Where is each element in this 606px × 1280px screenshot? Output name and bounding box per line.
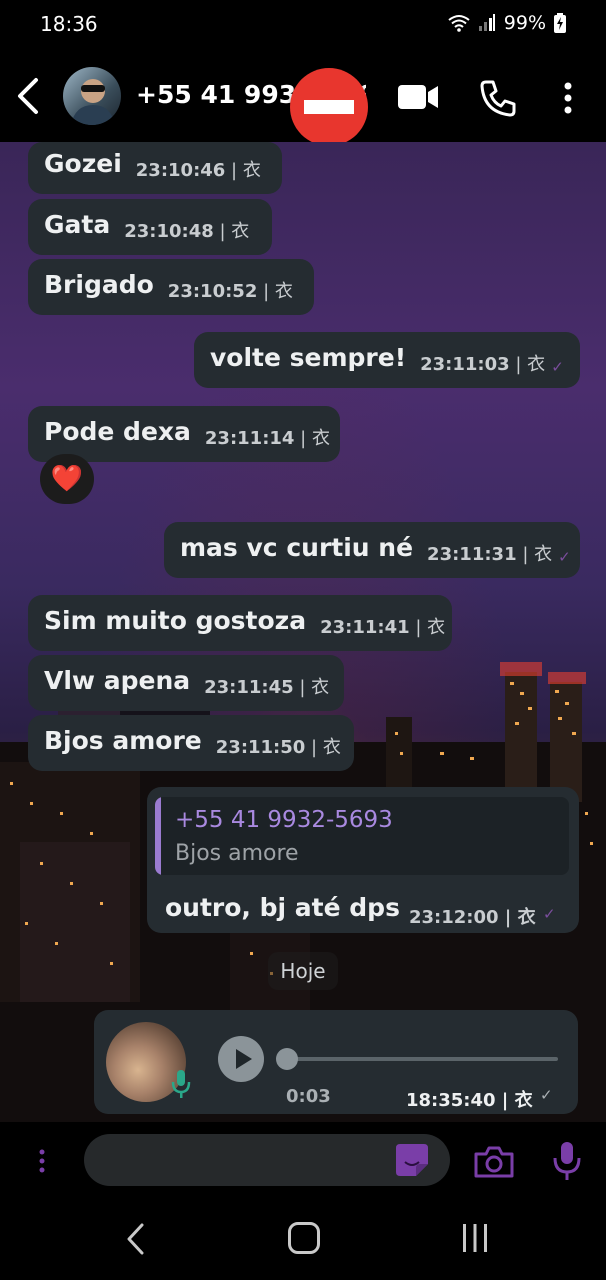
message-bubble[interactable]: Brigado 23:10:52 | 衣 [28, 259, 314, 315]
blocked-badge [290, 68, 368, 146]
message-text: Gata [44, 210, 111, 239]
message-text: volte sempre! [210, 343, 407, 372]
video-call-icon[interactable] [396, 82, 440, 112]
message-bubble[interactable]: Vlw apena 23:11:45 | 衣 [28, 655, 344, 711]
voice-record-icon[interactable] [552, 1140, 582, 1182]
message-time: 18:35:40 | 衣 [406, 1090, 533, 1111]
status-bar: 18:36 99% [0, 0, 606, 50]
message-time: 23:11:50 | 衣 [215, 737, 341, 758]
message-time: 23:10:52 | 衣 [167, 281, 293, 302]
message-text: Gozei [44, 149, 122, 178]
sent-check-icon: ✓ [543, 905, 556, 923]
message-bubble[interactable]: Gozei 23:10:46 | 衣 [28, 142, 282, 194]
audio-progress-track[interactable] [286, 1057, 558, 1061]
more-options-icon[interactable] [556, 80, 580, 116]
more-actions-icon[interactable] [36, 1146, 48, 1176]
sent-check-icon: ✓ [540, 1086, 553, 1104]
battery-percent: 99% [503, 12, 546, 34]
message-time: 23:12:00 | 衣 [409, 907, 536, 928]
quoted-text: Bjos amore [175, 841, 299, 866]
quote-accent-bar [155, 797, 161, 875]
heart-icon: ❤️ [50, 464, 84, 494]
message-time: 23:11:45 | 衣 [204, 677, 330, 698]
sticker-icon[interactable] [392, 1140, 432, 1180]
signal-icon [478, 14, 495, 31]
message-bubble[interactable]: Pode dexa 23:11:14 | 衣 [28, 406, 340, 462]
message-time: 23:10:46 | 衣 [135, 160, 261, 181]
message-text: outro, bj até dps [165, 893, 400, 922]
quoted-author: +55 41 9932-5693 [175, 807, 393, 833]
message-text: Sim muito gostoza [44, 606, 307, 635]
message-time: 23:11:03 | 衣 [420, 354, 546, 375]
date-divider: Hoje [268, 952, 338, 990]
message-text: mas vc curtiu né [180, 533, 414, 562]
camera-icon[interactable] [472, 1144, 516, 1180]
message-bubble[interactable]: Bjos amore 23:11:50 | 衣 [28, 715, 354, 771]
message-time: 23:11:14 | 衣 [204, 428, 330, 449]
sent-check-icon: ✓ [558, 548, 571, 566]
heart-reaction[interactable]: ❤️ [40, 454, 94, 504]
nav-back-icon[interactable] [124, 1222, 148, 1256]
quoted-message[interactable]: +55 41 9932-5693 Bjos amore [155, 797, 569, 875]
message-text: Bjos amore [44, 726, 202, 755]
message-input-bar [0, 1122, 606, 1198]
message-bubble[interactable]: volte sempre! 23:11:03 | 衣 ✓ [194, 332, 580, 388]
back-arrow-icon[interactable] [12, 76, 48, 116]
nav-recents-icon[interactable] [458, 1222, 492, 1254]
contact-avatar[interactable] [63, 67, 121, 125]
chat-header: +55 41 9932-5693 [0, 50, 606, 146]
status-time: 18:36 [40, 12, 98, 36]
message-time: 23:10:48 | 衣 [124, 221, 250, 242]
reply-message-bubble[interactable]: +55 41 9932-5693 Bjos amore outro, bj at… [147, 787, 579, 933]
system-nav-bar [0, 1198, 606, 1280]
message-time: 23:11:41 | 衣 [320, 617, 446, 638]
voice-message-bubble[interactable]: 0:03 18:35:40 | 衣 ✓ [94, 1010, 578, 1114]
phone-call-icon[interactable] [478, 78, 518, 118]
chat-area[interactable]: Gozei 23:10:46 | 衣 Gata 23:10:48 | 衣 Bri… [0, 142, 606, 1122]
battery-charging-icon [554, 13, 566, 33]
message-bubble[interactable]: mas vc curtiu né 23:11:31 | 衣 ✓ [164, 522, 580, 578]
message-bubble[interactable]: Gata 23:10:48 | 衣 [28, 199, 272, 255]
status-icons: 99% [448, 12, 566, 34]
nav-home-icon[interactable] [288, 1222, 320, 1254]
message-text: Brigado [44, 270, 154, 299]
message-text: Vlw apena [44, 666, 191, 695]
sent-check-icon: ✓ [551, 358, 564, 376]
audio-progress-handle[interactable] [276, 1048, 298, 1070]
message-bubble[interactable]: Sim muito gostoza 23:11:41 | 衣 [28, 595, 452, 651]
message-time: 23:11:31 | 衣 [427, 544, 553, 565]
microphone-icon [171, 1070, 191, 1098]
audio-duration: 0:03 [286, 1086, 331, 1107]
wifi-icon [448, 15, 470, 32]
play-button[interactable] [218, 1036, 264, 1082]
